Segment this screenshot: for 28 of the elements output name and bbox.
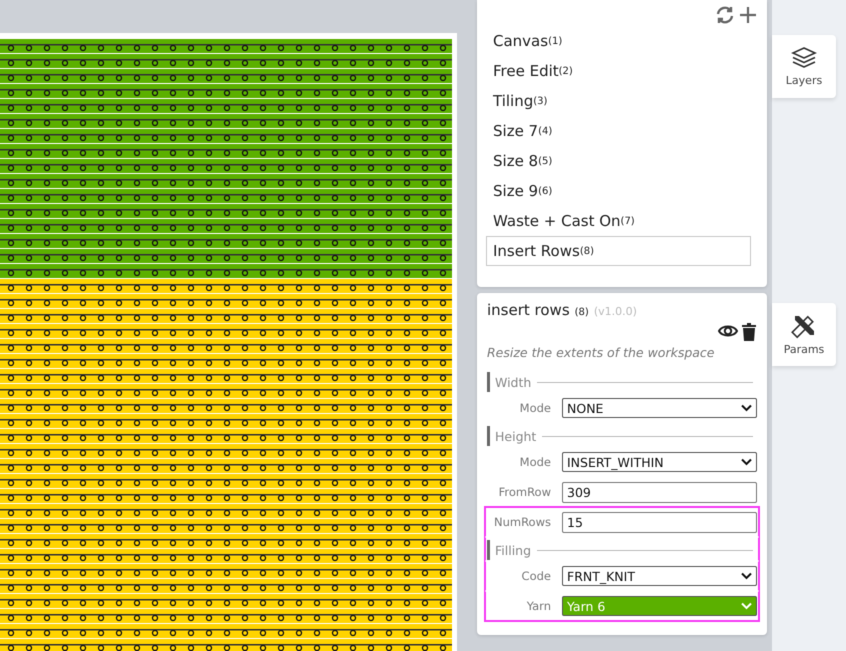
input-field[interactable]: 309: [562, 482, 757, 502]
layer-item[interactable]: Size 9$^{(6)}$: [486, 176, 751, 206]
dropdown[interactable]: NONE: [562, 398, 757, 418]
input-field[interactable]: 15: [562, 512, 757, 532]
field-label: Code: [520, 569, 551, 583]
field-label: FromRow: [498, 485, 551, 499]
dropdown[interactable]: INSERT_WITHIN: [562, 452, 757, 472]
layer-item[interactable]: Size 8$^{(5)}$: [486, 146, 751, 176]
field-label: Yarn: [526, 599, 551, 613]
layer-index: (8): [574, 307, 589, 318]
layer-item[interactable]: Tiling$^{(3)}$: [486, 86, 751, 116]
section-heading: Height: [495, 428, 536, 444]
params-title: insert rows: [487, 301, 570, 319]
version-label: (v1.0.0): [594, 305, 637, 318]
layer-description: Resize the extents of the workspace: [487, 345, 716, 360]
field-label: Mode: [518, 401, 551, 415]
section-heading: Filling: [495, 542, 532, 558]
layer-item[interactable]: Free Edit$^{(2)}$: [486, 56, 751, 86]
layer-item[interactable]: Waste + Cast On$^{(7)}$: [486, 206, 751, 236]
section-heading: Width: [495, 374, 532, 390]
layer-item[interactable]: Insert Rows$^{(8)}$: [486, 236, 751, 266]
dropdown[interactable]: FRNT_KNIT: [562, 566, 757, 586]
layer-item[interactable]: Canvas$^{(1)}$: [486, 26, 751, 56]
field-label: NumRows: [492, 515, 551, 529]
layer-item[interactable]: Size 7$^{(4)}$: [486, 116, 751, 146]
side-tab[interactable]: Params: [772, 303, 836, 366]
field-label: Mode: [518, 455, 551, 469]
side-tab[interactable]: Layers: [772, 35, 836, 98]
